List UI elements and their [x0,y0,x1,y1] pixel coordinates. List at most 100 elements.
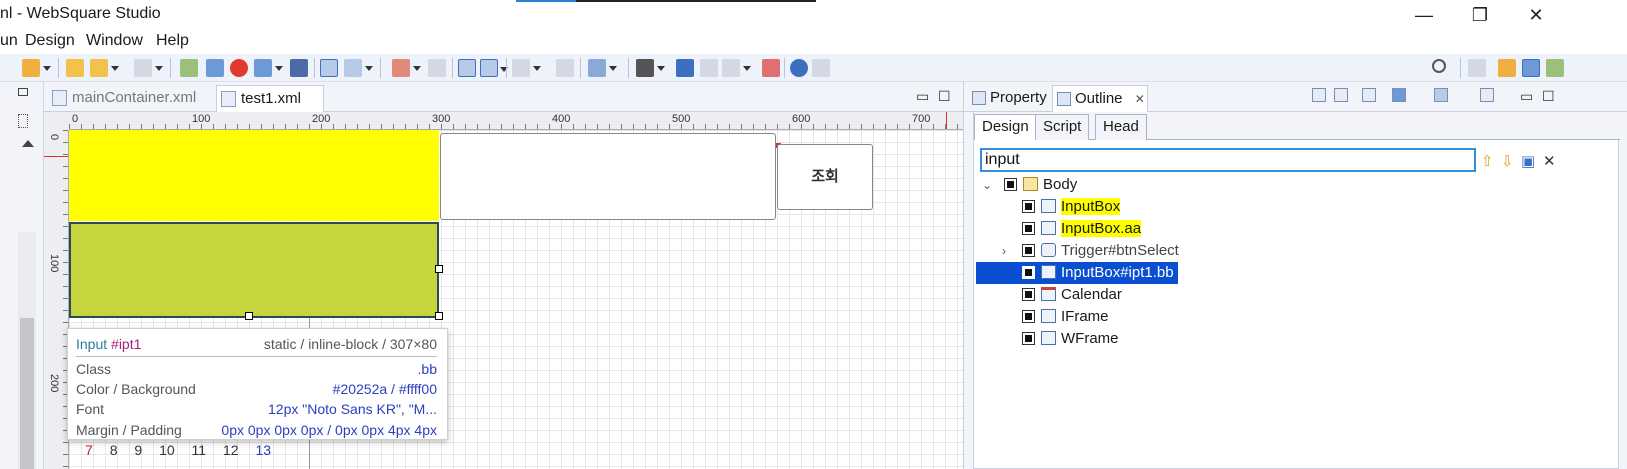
tree-item-inputbox[interactable]: InputBox [1022,196,1121,218]
open-perspective-icon[interactable] [1468,59,1486,77]
maximize-button[interactable]: ❐ [1457,2,1503,28]
outline-view-icon[interactable] [18,114,28,128]
toolbar-separator [784,58,785,78]
minimize-editor-icon[interactable]: ▭ [916,88,929,105]
grid-toggle-icon[interactable] [320,59,338,77]
arrow-down-icon[interactable]: ⇩ [1501,152,1514,170]
resize-handle-corner[interactable] [435,312,443,320]
tree-item-body[interactable]: ⌄ Body [982,174,1077,196]
tree-checkbox[interactable] [1022,332,1035,345]
unlink-icon[interactable] [428,59,446,77]
comment-icon[interactable] [700,59,718,77]
run-icon[interactable] [254,59,283,77]
tree-checkbox[interactable] [1004,178,1017,191]
globe-icon[interactable] [790,59,808,77]
subtab-head[interactable]: Head [1095,114,1147,140]
calendar-day[interactable]: 7 [85,442,93,458]
ruler-icon[interactable] [722,59,751,77]
calendar-day-row: 7 8 9 10 11 12 13 [85,442,284,458]
calendar-day[interactable]: 10 [159,442,175,458]
menu-design[interactable]: Design [25,32,75,50]
calendar-day[interactable]: 13 [255,442,271,458]
link-icon[interactable] [392,59,421,77]
code-icon[interactable] [1480,88,1494,102]
close-tab-icon[interactable]: ✕ [1135,92,1145,106]
export-icon[interactable] [180,59,198,77]
arrow-up-icon[interactable]: ⇧ [1481,152,1494,170]
layout-mode-icon[interactable] [480,59,508,77]
close-button[interactable]: ✕ [1513,2,1559,28]
calendar-day[interactable]: 9 [134,442,142,458]
back-icon[interactable] [90,59,119,77]
table-icon[interactable] [636,59,665,77]
record-icon[interactable] [230,59,248,77]
component-icon[interactable] [556,59,574,77]
tab-maincontainer[interactable]: mainContainer.xml [48,85,216,112]
tree-item-inputbox-aa[interactable]: InputBox.aa [1022,218,1142,240]
tree-item-calendar[interactable]: Calendar [1022,284,1122,306]
outline-filter-input[interactable] [980,148,1476,172]
expand-chevron-icon[interactable]: ⌄ [982,174,992,196]
vertical-ruler: 0 100 200 [44,130,69,469]
maximize-view-icon[interactable] [18,88,28,96]
filter-view-icon[interactable] [1434,88,1448,102]
preview-icon[interactable] [206,59,224,77]
tree-item-wframe[interactable]: WFrame [1022,328,1119,350]
tree-item-inputbox-ipt1[interactable]: InputBox#ipt1.bb [976,262,1178,284]
subtab-script[interactable]: Script [1035,114,1090,140]
collapsed-chevron-icon[interactable]: › [1002,240,1006,262]
minimize-button[interactable]: — [1401,2,1447,28]
filter-options-icon[interactable]: ▣ [1521,152,1535,170]
resize-handle-bottom[interactable] [245,312,253,320]
link-editor-icon[interactable] [1362,88,1376,102]
inputbox-yellow[interactable] [69,130,439,221]
calendar-day[interactable]: 11 [192,442,207,458]
tree-checkbox[interactable] [1022,266,1035,279]
minimize-panel-icon[interactable]: ▭ [1520,88,1533,105]
settings-icon[interactable] [812,59,830,77]
grid-options-icon[interactable] [344,59,373,77]
menu-help[interactable]: Help [156,32,189,50]
tree-checkbox[interactable] [1022,310,1035,323]
calendar-day[interactable]: 12 [223,442,239,458]
tree-item-iframe[interactable]: IFrame [1022,306,1109,328]
clear-filter-icon[interactable]: ✕ [1543,152,1556,170]
forward-icon[interactable] [134,59,163,77]
select-mode-icon[interactable] [458,59,476,77]
tree-checkbox[interactable] [1022,222,1035,235]
scrollbar-thumb[interactable] [20,318,34,469]
resize-handle-right[interactable] [435,265,443,273]
left-scrollbar[interactable] [18,232,36,469]
tree-checkbox[interactable] [1022,244,1035,257]
brush-icon[interactable] [22,59,51,77]
perspective-icon[interactable] [1498,59,1516,77]
tab-test1[interactable]: test1.xml ✕ [216,85,324,131]
frame-icon[interactable] [676,59,694,77]
qr-icon[interactable] [290,59,308,77]
search-icon[interactable] [1432,59,1446,73]
tree-checkbox[interactable] [1022,200,1035,213]
trigger-search-button[interactable]: 조회 [777,144,873,210]
device-icon[interactable] [512,59,541,77]
calendar-day[interactable]: 8 [110,442,118,458]
menu-run[interactable]: un [0,32,18,50]
tab-property[interactable]: Property [968,85,1052,112]
subtab-design[interactable]: Design [974,114,1037,140]
inputbox-ipt1-selected[interactable] [69,222,439,318]
inputbox-white[interactable] [440,133,776,220]
debug-perspective-icon[interactable] [1546,59,1564,77]
design-perspective-icon[interactable] [1522,59,1540,77]
zoom-icon[interactable] [588,59,617,77]
tree-checkbox[interactable] [1022,288,1035,301]
scroll-up-icon[interactable] [22,140,34,147]
undo-icon[interactable] [66,59,84,77]
menu-window[interactable]: Window [86,32,143,50]
maximize-panel-icon[interactable]: ☐ [1542,88,1555,105]
guide-icon[interactable] [762,59,780,77]
tree-item-trigger[interactable]: › Trigger#btnSelect [1002,240,1179,262]
collapse-all-icon[interactable] [1312,88,1326,102]
expand-all-icon[interactable] [1334,88,1348,102]
database-icon[interactable] [1392,88,1406,102]
tab-outline[interactable]: Outline ✕ [1052,85,1148,112]
maximize-editor-icon[interactable]: ☐ [938,88,951,105]
